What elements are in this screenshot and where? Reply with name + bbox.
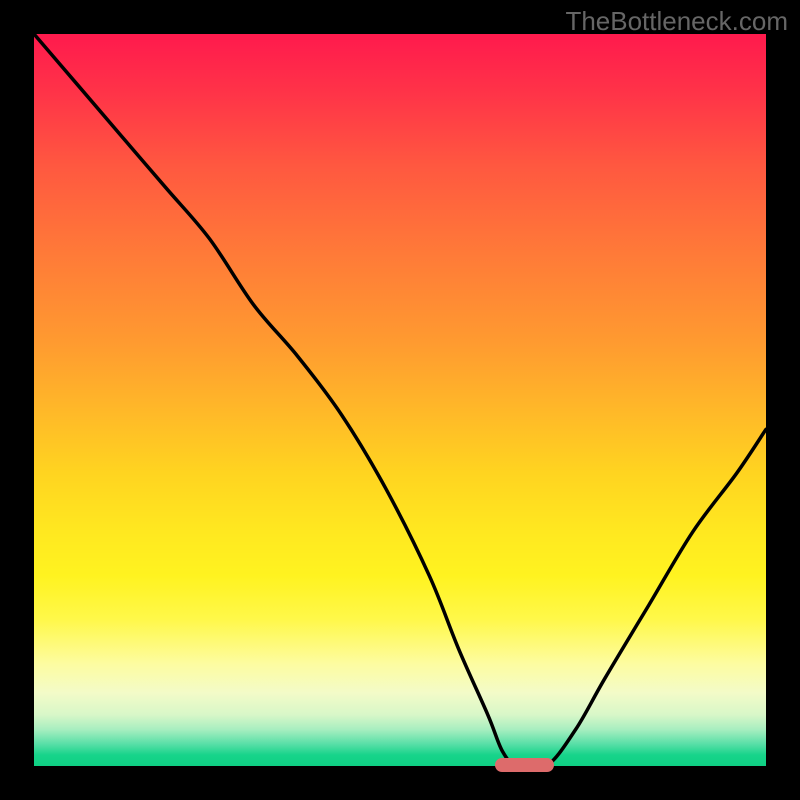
bottleneck-curve-path: [34, 34, 766, 769]
chart-frame: TheBottleneck.com: [0, 0, 800, 800]
watermark-text: TheBottleneck.com: [565, 6, 788, 37]
plot-area: [34, 34, 766, 766]
optimal-range-marker: [495, 758, 554, 772]
bottleneck-curve-svg: [34, 34, 766, 766]
